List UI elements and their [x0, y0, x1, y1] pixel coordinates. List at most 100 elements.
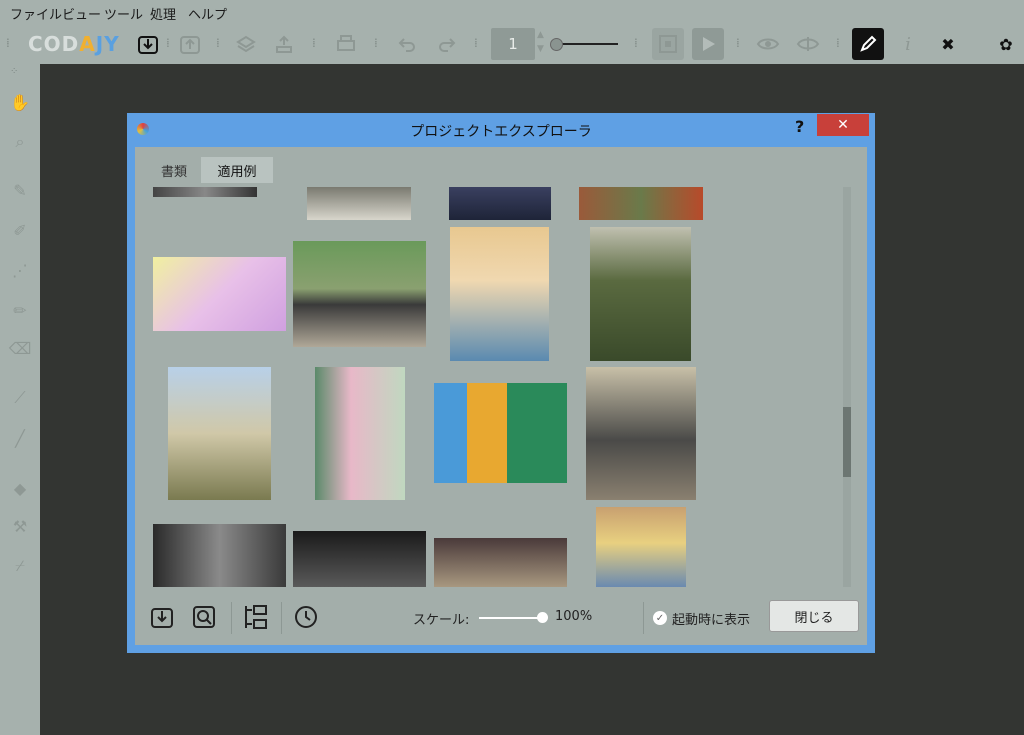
page-slider-track[interactable]	[556, 43, 618, 45]
dialog-bottom-bar: スケール: 100% ✓ 起動時に表示 閉じる	[135, 592, 867, 645]
play-button[interactable]	[692, 28, 724, 60]
grip-icon[interactable]: ⁞	[736, 36, 740, 50]
tool-sidebar: ⁘ ✋ ⌕ ✎ ✐ ⋰ ✏ ⌫ ⟋ ╱ ◆ ⚒ ⌿	[0, 64, 40, 735]
export-icon	[180, 36, 200, 54]
info-button[interactable]: i	[892, 28, 924, 60]
pencil-tool[interactable]: ✏	[4, 294, 36, 326]
eye-split-icon	[796, 37, 820, 51]
grip-icon[interactable]: ⁞	[634, 36, 638, 50]
thumb-soldiers[interactable]	[590, 227, 691, 361]
close-button[interactable]: 閉じる	[769, 600, 859, 632]
brush-tool[interactable]: ✐	[4, 214, 36, 246]
thumb-child-blue-bow[interactable]	[596, 507, 686, 587]
thumb-couple[interactable]	[153, 524, 286, 587]
import-example-button[interactable]	[145, 600, 179, 634]
line-icon: ⟋	[14, 388, 26, 407]
search-example-button[interactable]	[187, 600, 221, 634]
stamp-tool[interactable]: ⚒	[4, 510, 36, 542]
thumb-partial-4[interactable]	[579, 187, 703, 220]
thumb-meeting-room[interactable]	[434, 538, 567, 587]
grip-icon[interactable]: ⁞	[374, 36, 378, 50]
grip-icon[interactable]: ⁞	[836, 36, 840, 50]
eraser-icon: ⌫	[8, 338, 32, 358]
scale-slider-track[interactable]	[479, 617, 541, 619]
import-button[interactable]	[132, 28, 164, 60]
page-slider-handle[interactable]	[550, 38, 563, 51]
close-window-button[interactable]: ✕	[817, 114, 869, 136]
logo-text-1: COD	[28, 32, 80, 56]
fill-tool[interactable]: ◆	[4, 472, 36, 504]
settings-button[interactable]: ✿	[990, 28, 1022, 60]
line-tool[interactable]: ⟋	[4, 382, 36, 414]
thumb-soldier-portrait[interactable]	[168, 367, 271, 500]
info-icon: i	[905, 33, 911, 55]
thumb-woman-straw-hat[interactable]	[450, 227, 549, 361]
eraser-tool[interactable]: ⌫	[4, 332, 36, 364]
history-button[interactable]	[289, 600, 323, 634]
startup-checkbox[interactable]: ✓	[653, 611, 667, 625]
tree-view-button[interactable]	[239, 600, 273, 634]
scrollbar-thumb[interactable]	[843, 407, 851, 477]
grip-icon[interactable]: ⁘	[10, 66, 18, 77]
hand-icon: ✋	[10, 92, 30, 112]
layers-button[interactable]	[230, 28, 262, 60]
menu-process[interactable]: 処理	[150, 4, 176, 23]
play-icon	[703, 37, 715, 51]
page-number-field[interactable]: 1	[491, 28, 535, 60]
thumb-colorful-buildings[interactable]	[434, 383, 567, 483]
spray-icon: ⋰	[12, 260, 28, 280]
divider	[281, 602, 282, 634]
chevron-down-icon[interactable]: ▼	[537, 44, 544, 54]
menu-view[interactable]: ビュー	[62, 4, 101, 23]
edit-button[interactable]	[852, 28, 884, 60]
undo-button[interactable]	[390, 28, 422, 60]
fullscreen-button[interactable]: ✖	[932, 28, 964, 60]
chevron-up-icon[interactable]: ▲	[537, 30, 544, 40]
tab-examples[interactable]: 適用例	[201, 157, 273, 183]
eyedropper-icon: ⌿	[15, 556, 25, 575]
thumb-partial-3[interactable]	[449, 187, 551, 220]
pen-icon: ✎	[13, 180, 27, 200]
thumb-vintage-car[interactable]	[293, 241, 426, 347]
menu-help[interactable]: ヘルプ	[188, 4, 227, 23]
print-button[interactable]	[330, 28, 362, 60]
compare-button[interactable]	[792, 28, 824, 60]
help-button[interactable]: ?	[795, 117, 804, 136]
zoom-tool[interactable]: ⌕	[4, 126, 36, 158]
tab-documents[interactable]: 書類	[153, 157, 195, 183]
preview-button[interactable]	[752, 28, 784, 60]
stroke-tool[interactable]: ╱	[4, 422, 36, 454]
export-button[interactable]	[174, 28, 206, 60]
spray-tool[interactable]: ⋰	[4, 254, 36, 286]
dialog-content: 書類 適用例 スケール: 100% ✓ 起動時に表示 閉じる	[135, 147, 867, 645]
grip-icon[interactable]: ⁞	[166, 36, 170, 50]
grip-icon[interactable]: ⁞	[474, 36, 478, 50]
logo-text-2: A	[79, 32, 96, 56]
dialog-titlebar[interactable]: プロジェクトエクスプローラ ? ✕	[127, 113, 875, 145]
search-icon	[193, 606, 215, 628]
grip-icon[interactable]: ⁞	[312, 36, 316, 50]
redo-button[interactable]	[432, 28, 464, 60]
scale-slider-handle[interactable]	[537, 612, 548, 623]
eyedropper-tool[interactable]: ⌿	[4, 550, 36, 582]
gallery-scrollbar[interactable]	[843, 187, 851, 587]
grip-icon[interactable]: ⁞	[6, 36, 10, 50]
thumb-birds[interactable]	[293, 531, 426, 587]
grip-icon[interactable]: ⁞	[216, 36, 220, 50]
menu-tools[interactable]: ツール	[104, 4, 143, 23]
menu-file[interactable]: ファイル	[10, 4, 62, 23]
dialog-title: プロジェクトエクスプローラ	[410, 124, 592, 140]
upload-button[interactable]	[268, 28, 300, 60]
hand-tool[interactable]: ✋	[4, 86, 36, 118]
thumb-woman-pink-dress[interactable]	[315, 367, 405, 500]
scale-label: スケール:	[413, 613, 470, 628]
thumb-partial-1[interactable]	[153, 187, 257, 197]
startup-label[interactable]: 起動時に表示	[672, 609, 750, 628]
thumb-train-wreck[interactable]	[586, 367, 696, 500]
thumb-woman-hat-purple[interactable]	[153, 257, 286, 331]
main-toolbar: ⁞ CODAJY ⁞ ⁞ ⁞ ⁞ ⁞ 1 ▲ ▼ ⁞ ⁞ ⁞ i ✖ ✿	[0, 24, 1024, 64]
film-button[interactable]	[652, 28, 684, 60]
pencil-icon: ✏	[13, 300, 27, 320]
thumb-partial-2[interactable]	[307, 187, 411, 220]
pen-tool[interactable]: ✎	[4, 174, 36, 206]
